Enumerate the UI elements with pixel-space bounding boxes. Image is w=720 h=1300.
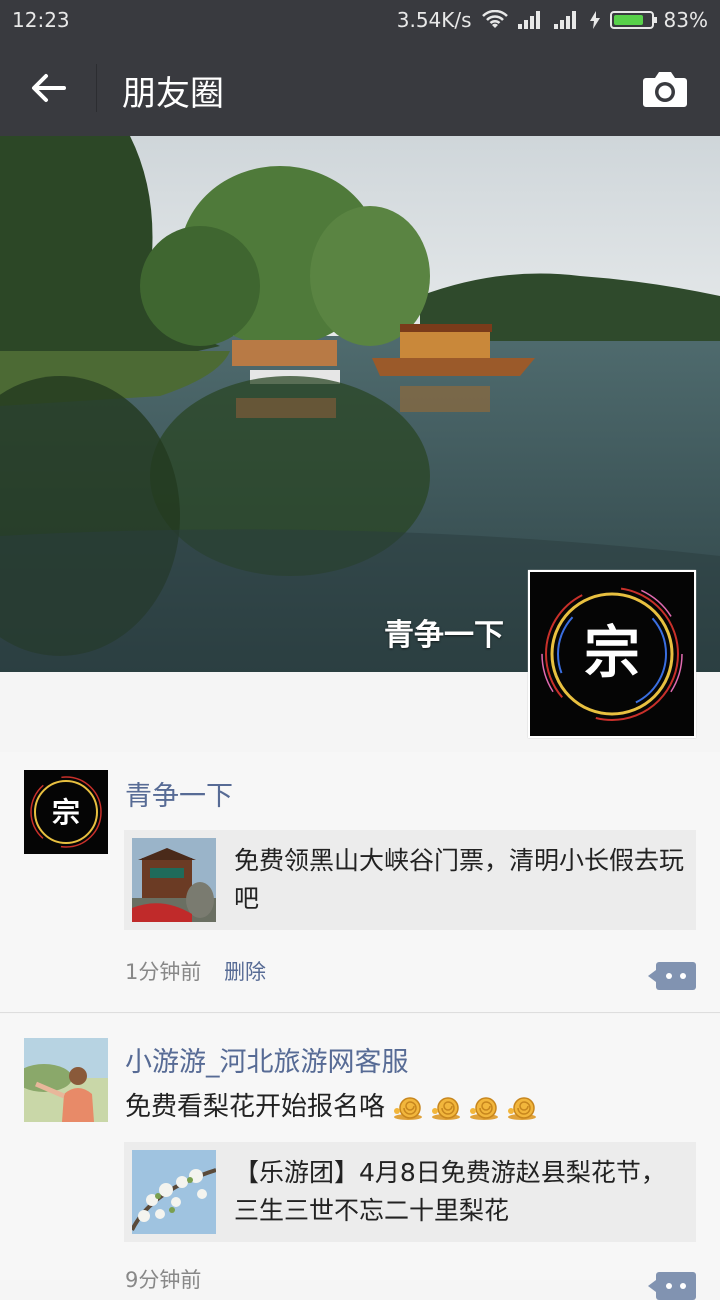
post-username[interactable]: 青争一下: [125, 774, 233, 813]
snail-emoji-icon: [432, 1096, 461, 1120]
post-username[interactable]: 小游游_河北旅游网客服: [125, 1040, 409, 1079]
post-text-content: 免费看梨花开始报名咯: [125, 1092, 386, 1122]
delete-button[interactable]: 删除: [224, 960, 266, 984]
snail-emoji-group: [385, 1092, 537, 1122]
post-time: 1分钟前: [125, 960, 202, 984]
profile-avatar[interactable]: 宗: [528, 570, 696, 738]
shared-link-card[interactable]: 【乐游团】4月8日免费游赵县梨花节，三生三世不忘二十里梨花: [124, 1142, 696, 1242]
shared-link-thumbnail: [132, 1150, 216, 1234]
shared-link-title: 免费领黑山大峡谷门票，清明小长假去玩吧: [234, 846, 685, 913]
moment-post: 小游游_河北旅游网客服 免费看梨花开始报名咯 【乐游团】4月8日免费游赵县梨花节…: [0, 1014, 720, 1300]
post-meta: 1分钟前 删除: [125, 956, 266, 986]
post-avatar[interactable]: 宗: [24, 770, 108, 854]
cover-username: 青争一下: [384, 618, 504, 653]
shared-link-title: 【乐游团】4月8日免费游赵县梨花节，三生三世不忘二十里梨花: [234, 1158, 666, 1225]
avatar-character: 宗: [52, 796, 80, 829]
charging-icon: [589, 11, 600, 29]
post-time: 9分钟前: [125, 1268, 202, 1292]
camera-icon[interactable]: [642, 70, 688, 108]
post-avatar[interactable]: [24, 1038, 108, 1122]
title-divider: [96, 64, 97, 112]
moment-post: 宗 青争一下 免费领黑山大峡谷门票，清明小长假去玩吧 1分钟前 删除: [0, 752, 720, 1013]
signal-icon: [517, 11, 544, 29]
status-time: 12:23: [12, 8, 70, 32]
post-meta: 9分钟前: [125, 1264, 201, 1294]
avatar-image: 宗: [530, 572, 694, 736]
comment-icon[interactable]: [648, 962, 696, 990]
ring-logo-icon: 宗: [541, 583, 683, 725]
ring-logo-icon: 宗: [24, 770, 108, 854]
snail-emoji-icon: [394, 1096, 423, 1120]
signal-icon: [553, 11, 580, 29]
page-title: 朋友圈: [122, 74, 224, 114]
snail-emoji-icon: [470, 1096, 499, 1120]
wifi-icon: [481, 10, 508, 28]
post-text: 免费看梨花开始报名咯: [125, 1086, 537, 1123]
shared-link-card[interactable]: 免费领黑山大峡谷门票，清明小长假去玩吧: [124, 830, 696, 930]
arrow-left-icon[interactable]: [28, 68, 68, 108]
avatar-character: 宗: [584, 620, 640, 686]
status-right: 3.54K/s 83%: [397, 8, 708, 32]
battery-percent: 83%: [663, 8, 708, 32]
battery-icon: [609, 11, 657, 29]
shared-link-thumbnail: [132, 838, 216, 922]
title-bar: 朋友圈: [0, 40, 720, 136]
battery-fill: [613, 15, 644, 25]
comment-icon[interactable]: [648, 1272, 696, 1300]
network-speed: 3.54K/s: [396, 8, 472, 32]
user-photo: [24, 1038, 108, 1122]
snail-emoji-icon: [508, 1096, 537, 1120]
status-bar: 12:23 3.54K/s 83%: [0, 0, 720, 40]
